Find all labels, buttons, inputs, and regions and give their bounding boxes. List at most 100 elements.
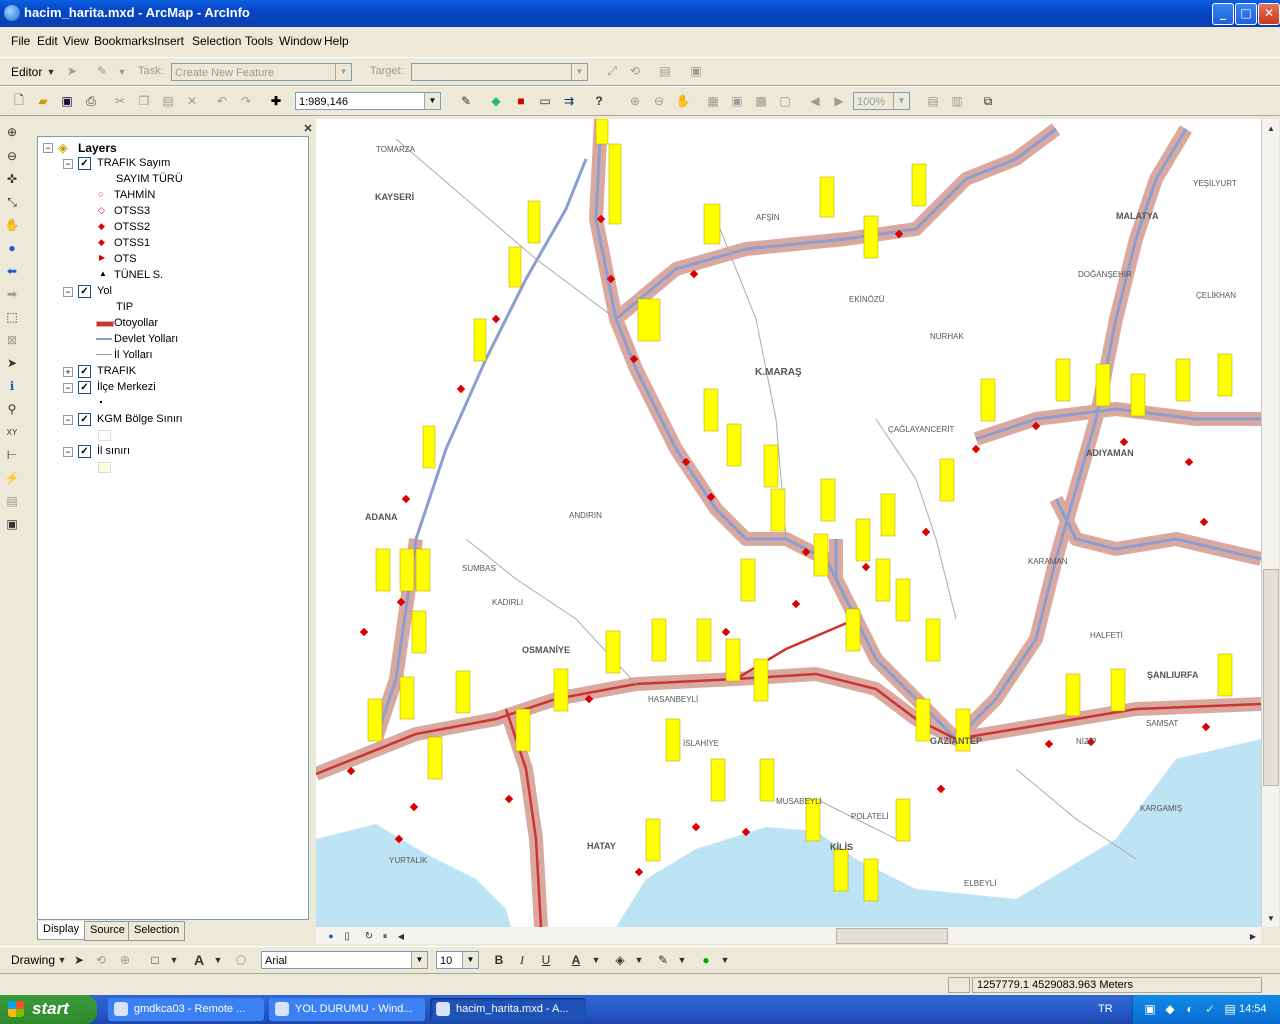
- clear-selection-icon[interactable]: ⊠: [3, 331, 21, 349]
- menu-selection[interactable]: Selection: [192, 34, 241, 48]
- toggle-draft-mode-icon[interactable]: ▤: [924, 92, 942, 110]
- tray-volume-icon[interactable]: ◐: [1181, 1000, 1199, 1018]
- tab-source[interactable]: Source: [84, 921, 131, 941]
- layer-trafik[interactable]: TRAFIK: [97, 365, 136, 381]
- collapse-icon[interactable]: −: [43, 143, 53, 153]
- target-dropdown[interactable]: ▼: [411, 63, 588, 81]
- collapse-icon[interactable]: −: [63, 287, 73, 297]
- menu-help[interactable]: Help: [324, 34, 349, 48]
- pan-icon[interactable]: ✋: [3, 216, 21, 234]
- map-vertical-scrollbar[interactable]: ▲ ▼: [1261, 119, 1279, 927]
- sketch-tool-icon[interactable]: ✎: [93, 62, 111, 80]
- tab-selection[interactable]: Selection: [128, 921, 186, 941]
- modelbuilder-icon[interactable]: ⇉: [560, 92, 578, 110]
- save-icon[interactable]: ▣: [58, 92, 76, 110]
- layout-zoom-combo[interactable]: 100% ▼: [853, 92, 910, 110]
- editor-toolbar-icon[interactable]: ✎: [457, 92, 475, 110]
- task-dropdown[interactable]: Create New Feature ▼: [171, 63, 352, 81]
- layer-yol[interactable]: Yol: [97, 285, 112, 301]
- start-button[interactable]: start: [0, 995, 97, 1024]
- open-folder-icon[interactable]: ▰: [34, 92, 52, 110]
- taskbar-item-arcmap[interactable]: hacim_harita.mxd - A...: [430, 998, 586, 1021]
- chevron-down-icon[interactable]: ▼: [53, 951, 71, 969]
- fixed-zoom-in-icon[interactable]: ▩: [752, 92, 770, 110]
- scroll-right-icon[interactable]: ▶: [1244, 927, 1262, 945]
- menu-edit[interactable]: Edit: [37, 34, 58, 48]
- command-line-icon[interactable]: ▭: [536, 92, 554, 110]
- find-icon[interactable]: ⚲: [3, 400, 21, 418]
- collapse-icon[interactable]: −: [63, 159, 73, 169]
- go-to-xy-icon[interactable]: XY: [3, 423, 21, 441]
- layer-visibility-checkbox[interactable]: ✓: [78, 381, 91, 394]
- select-features-icon[interactable]: ⬚: [3, 308, 21, 326]
- fixed-zoom-in-icon[interactable]: ✜: [3, 170, 21, 188]
- zoom-in-icon[interactable]: ⊕: [3, 123, 21, 141]
- map-view[interactable]: TOMARZA KAYSERİ AFŞİN MALATYA EKİNÖZÜ NU…: [316, 119, 1261, 927]
- toc-close-icon[interactable]: ✕: [299, 119, 317, 137]
- layer-visibility-checkbox[interactable]: ✓: [78, 365, 91, 378]
- layer-ilce-merkezi[interactable]: İlçe Merkezi: [97, 381, 156, 397]
- copy-icon[interactable]: ❐: [135, 92, 153, 110]
- layer-il-siniri[interactable]: İl sınırı: [97, 445, 130, 461]
- menu-tools[interactable]: Tools: [245, 34, 273, 48]
- add-data-icon[interactable]: ✚: [267, 92, 285, 110]
- minimize-button[interactable]: _: [1212, 3, 1234, 25]
- menu-file[interactable]: File: [11, 34, 30, 48]
- fixed-zoom-out-icon[interactable]: ⤡: [3, 193, 21, 211]
- drawing-menu[interactable]: Drawing: [11, 953, 55, 967]
- html-popup-icon[interactable]: ▤: [3, 492, 21, 510]
- layout-zoom-in-icon[interactable]: ⊕: [626, 92, 644, 110]
- rectangle-icon[interactable]: □: [146, 951, 164, 969]
- chevron-down-icon[interactable]: ▼: [673, 951, 691, 969]
- layout-pan-icon[interactable]: ✋: [674, 92, 692, 110]
- layout-zoom-out-icon[interactable]: ⊖: [650, 92, 668, 110]
- attributes-icon[interactable]: ▤: [656, 62, 674, 80]
- split-tool-icon[interactable]: ⤢: [603, 62, 621, 80]
- language-indicator[interactable]: TR: [1098, 1003, 1113, 1015]
- maximize-button[interactable]: □: [1235, 3, 1257, 25]
- arctoolbox-icon[interactable]: ◆: [487, 92, 505, 110]
- time-slider-icon[interactable]: ▣: [3, 515, 21, 533]
- select-elements-icon[interactable]: ➤: [3, 354, 21, 372]
- layout-view-icon[interactable]: ▯: [338, 927, 356, 945]
- menu-view[interactable]: View: [63, 34, 89, 48]
- layer-visibility-checkbox[interactable]: ✓: [78, 157, 91, 170]
- sketch-properties-icon[interactable]: ▣: [687, 62, 705, 80]
- tray-update-icon[interactable]: ✓: [1201, 1000, 1219, 1018]
- tray-network-icon[interactable]: ▣: [1141, 1000, 1159, 1018]
- delete-icon[interactable]: ✕: [183, 92, 201, 110]
- layer-visibility-checkbox[interactable]: ✓: [78, 445, 91, 458]
- collapse-icon[interactable]: −: [63, 415, 73, 425]
- chevron-down-icon[interactable]: ▼: [587, 951, 605, 969]
- full-extent-icon[interactable]: ●: [3, 239, 21, 257]
- font-size-combo[interactable]: 10 ▼: [436, 951, 479, 969]
- chevron-down-icon[interactable]: ▼: [630, 951, 648, 969]
- fill-color-icon[interactable]: ◈: [611, 951, 629, 969]
- layer-kgm-bolge-siniri[interactable]: KGM Bölge Sınırı: [97, 413, 183, 429]
- previous-extent-icon[interactable]: ◀: [806, 92, 824, 110]
- fixed-zoom-out-icon[interactable]: ▢: [776, 92, 794, 110]
- arccatalog-icon[interactable]: ■: [512, 92, 530, 110]
- editor-dropdown-icon[interactable]: ▼: [42, 63, 60, 81]
- focus-data-frame-icon[interactable]: ▥: [948, 92, 966, 110]
- line-color-icon[interactable]: ✎: [654, 951, 672, 969]
- tray-security-icon[interactable]: ◆: [1161, 1000, 1179, 1018]
- zoom-whole-page-icon[interactable]: ▦: [704, 92, 722, 110]
- identify-icon[interactable]: ℹ: [3, 377, 21, 395]
- rotate-icon[interactable]: ⟲: [92, 951, 110, 969]
- hyperlink-icon[interactable]: ⚡: [3, 469, 21, 487]
- menu-window[interactable]: Window: [279, 34, 322, 48]
- tab-display[interactable]: Display: [37, 921, 86, 940]
- zoom-to-selected-icon[interactable]: ⊕: [116, 951, 134, 969]
- map-horizontal-scrollbar[interactable]: ● ▯ ↻ ⏸ ◀ ▶: [316, 927, 1261, 944]
- scroll-up-icon[interactable]: ▲: [1262, 119, 1280, 137]
- change-layout-icon[interactable]: ⧉: [979, 92, 997, 110]
- whats-this-icon[interactable]: ?: [590, 92, 608, 110]
- print-icon[interactable]: ⎙: [82, 92, 100, 110]
- scroll-thumb[interactable]: [1263, 569, 1279, 786]
- measure-icon[interactable]: ⊢: [3, 446, 21, 464]
- redo-icon[interactable]: ↷: [237, 92, 255, 110]
- collapse-icon[interactable]: −: [63, 383, 73, 393]
- scroll-left-icon[interactable]: ◀: [392, 927, 410, 945]
- chevron-down-icon[interactable]: ▼: [165, 951, 183, 969]
